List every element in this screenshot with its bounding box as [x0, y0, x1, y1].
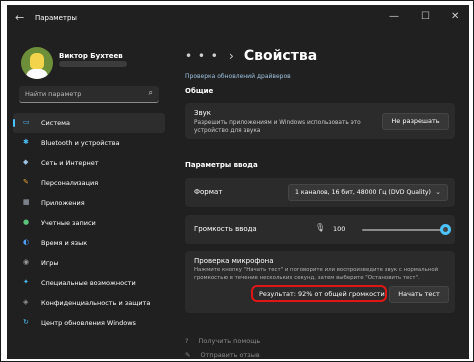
user-name: Виктор Бухтеев [59, 52, 123, 60]
search-placeholder: Найти параметр [25, 90, 82, 98]
mic-test-result-text: Результат: 92% от общей громкости [259, 290, 385, 298]
accessibility-icon: ✦ [23, 278, 29, 286]
sidebar-item-0[interactable]: ▭ Система [13, 113, 165, 133]
mic-test-title: Проверка микрофона [194, 257, 274, 265]
apps-icon: ▦ [23, 198, 30, 206]
gamepad-icon: ◉ [23, 258, 30, 266]
sound-card: Звук Разрешить приложениям и Windows исп… [185, 103, 455, 139]
user-email-redacted [59, 61, 127, 67]
update-icon: ↻ [23, 318, 29, 326]
sidebar-item-label: Время и язык [41, 239, 88, 247]
driver-update-link[interactable]: Проверка обновлений драйверов [185, 73, 291, 80]
sidebar-item-label: Конфиденциальность и защита [41, 299, 151, 307]
sidebar-item-10[interactable]: ↻ Центр обновления Windows [13, 313, 165, 333]
general-header: Общие [185, 87, 214, 95]
bluetooth-icon: ✱ [23, 138, 29, 146]
get-help-label: Получить помощь [198, 337, 261, 345]
sidebar-item-9[interactable]: ◈ Конфиденциальность и защита [13, 293, 165, 313]
avatar-face [30, 53, 44, 69]
page-title: Свойства [243, 48, 318, 64]
mic-test-card: Проверка микрофона Нажмите кнопку "Начат… [185, 251, 455, 313]
sound-desc-2: устройство для звука [194, 128, 261, 134]
mic-test-desc-2: громкостью в течение нескольких секунд, … [194, 275, 420, 281]
volume-slider-track[interactable] [362, 229, 446, 231]
maximize-button[interactable]: ☐ [421, 11, 430, 22]
monitor-icon: ▭ [23, 118, 30, 126]
chevron-right-icon: › [228, 49, 234, 63]
back-arrow-icon[interactable]: ← [15, 11, 24, 24]
mic-test-result: Результат: 92% от общей громкости [251, 285, 387, 302]
minimize-button[interactable]: — [389, 11, 399, 22]
sidebar-item-label: Специальные возможности [41, 279, 136, 287]
avatar[interactable] [21, 47, 53, 79]
brush-icon: ✎ [23, 178, 29, 186]
main-content: • • • › Свойства Проверка обновлений дра… [173, 33, 469, 359]
settings-window: ← Параметры — ☐ ✕ Виктор Бухтеев Найти п… [7, 5, 469, 359]
person-icon: ● [23, 218, 30, 226]
screenshot-frame: ← Параметры — ☐ ✕ Виктор Бухтеев Найти п… [0, 0, 474, 362]
close-button[interactable]: ✕ [451, 11, 459, 22]
app-title: Параметры [35, 14, 77, 22]
start-test-button[interactable]: Начать тест [389, 286, 449, 303]
globe-icon: ◐ [23, 238, 30, 246]
format-value: 1 каналов, 16 бит, 48000 Гц (DVD Quality… [295, 189, 431, 196]
sidebar-item-3[interactable]: ✎ Персонализация [13, 173, 165, 193]
sound-desc-1: Разрешить приложениям и Windows использо… [194, 120, 361, 126]
network-icon: ◆ [23, 158, 29, 166]
sidebar-item-7[interactable]: ◉ Игры [13, 253, 165, 273]
sidebar-item-8[interactable]: ✦ Специальные возможности [13, 273, 165, 293]
format-card: Формат 1 каналов, 16 бит, 48000 Гц (DVD … [185, 178, 455, 207]
sidebar-item-6[interactable]: ◐ Время и язык [13, 233, 165, 253]
mic-test-desc-1: Нажмите кнопку "Начать тест" и поговорит… [194, 267, 439, 273]
feedback-label: Отправить отзыв [200, 351, 260, 359]
input-volume-value: 100 [333, 225, 346, 233]
sidebar-item-label: Центр обновления Windows [41, 319, 136, 327]
format-label: Формат [194, 188, 223, 196]
shield-icon: ◈ [23, 298, 29, 306]
sidebar-item-1[interactable]: ✱ Bluetooth и устройства [13, 133, 165, 153]
sidebar-nav: ▭ Система ✱ Bluetooth и устройства ◆ Сеть и И… [13, 113, 165, 333]
breadcrumb-more-icon[interactable]: • • • [185, 49, 219, 63]
sidebar-item-5[interactable]: ● Учетные записи [13, 213, 165, 233]
feedback-link[interactable]: ✎ Отправить отзыв [185, 351, 260, 359]
sidebar-item-label: Персонализация [41, 179, 99, 187]
get-help-link[interactable]: ? Получить помощь [185, 337, 260, 345]
feedback-icon: ✎ [185, 351, 191, 359]
sidebar-item-label: Система [41, 119, 71, 127]
breadcrumb: • • • › Свойства [185, 45, 317, 64]
input-volume-card: Громкость ввода 🎙 100 [185, 215, 455, 244]
sidebar-item-label: Игры [41, 259, 59, 267]
sidebar-item-label: Bluetooth и устройства [41, 139, 120, 147]
volume-slider-thumb[interactable] [440, 224, 451, 235]
sound-title: Звук [194, 109, 211, 117]
sidebar-item-2[interactable]: ◆ Сеть и Интернет [13, 153, 165, 173]
microphone-icon[interactable]: 🎙 [315, 223, 325, 232]
title-bar: ← Параметры — ☐ ✕ [7, 5, 469, 33]
input-settings-header: Параметры ввода [185, 161, 258, 169]
sidebar-item-label: Сеть и Интернет [41, 159, 99, 167]
sidebar-item-label: Учетные записи [41, 219, 96, 227]
search-icon: ⌕ [148, 88, 153, 97]
avatar-shirt [26, 69, 48, 79]
sidebar-item-label: Приложения [41, 199, 85, 207]
input-volume-label: Громкость ввода [194, 225, 257, 233]
sidebar: Виктор Бухтеев Найти параметр ⌕ ▭ Система… [7, 33, 173, 359]
help-icon: ? [185, 337, 189, 345]
sidebar-item-4[interactable]: ▦ Приложения [13, 193, 165, 213]
format-select[interactable]: 1 каналов, 16 бит, 48000 Гц (DVD Quality… [288, 184, 448, 201]
disallow-button[interactable]: Не разрешать [382, 113, 449, 130]
chevron-down-icon: ⌄ [435, 188, 441, 196]
search-input[interactable]: Найти параметр ⌕ [19, 86, 159, 103]
